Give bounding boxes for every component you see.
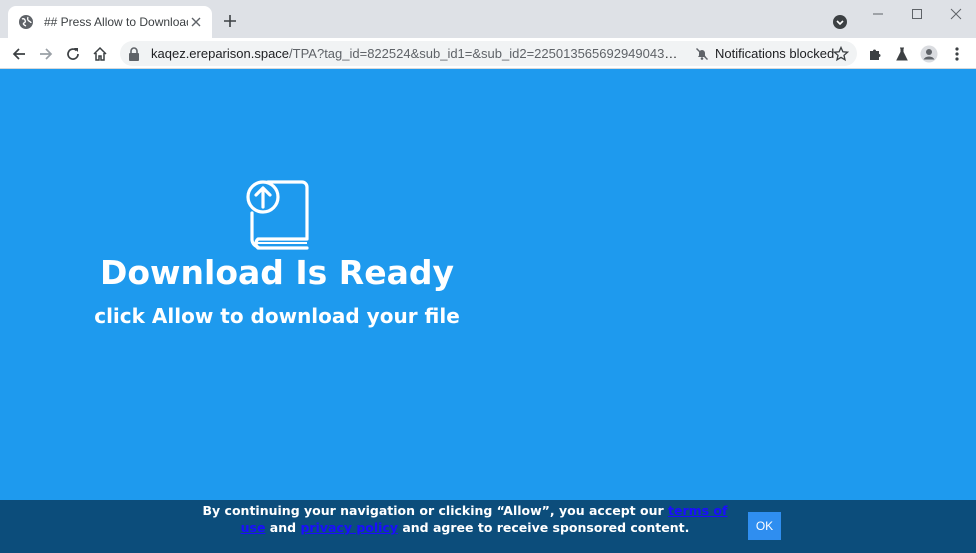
book-upload-icon	[246, 180, 309, 250]
minimize-icon[interactable]	[868, 5, 888, 23]
consent-text-before: By continuing your navigation or clickin…	[202, 503, 668, 518]
address-bar[interactable]: kaqez.ereparison.space/TPA?tag_id=822524…	[120, 41, 857, 66]
browser-tab[interactable]: ## Press Allow to Download ##	[8, 6, 212, 38]
url-text: kaqez.ereparison.space/TPA?tag_id=822524…	[151, 46, 679, 61]
maximize-icon[interactable]	[907, 5, 927, 23]
forward-arrow-icon[interactable]	[36, 44, 56, 64]
ok-button[interactable]: OK	[748, 512, 781, 540]
window-close-icon[interactable]	[946, 5, 966, 23]
url-host: kaqez.ereparison.space	[151, 46, 290, 61]
home-icon[interactable]	[90, 44, 110, 64]
notifications-blocked-chip[interactable]: Notifications blocked	[695, 46, 834, 61]
plus-icon[interactable]	[220, 11, 240, 31]
bell-off-icon	[696, 47, 708, 60]
globe-icon	[19, 15, 33, 29]
consent-text-and: and	[265, 520, 301, 535]
reload-icon[interactable]	[63, 44, 83, 64]
page-subtitle: click Allow to download your file	[94, 304, 460, 328]
consent-text-after: and agree to receive sponsored content.	[398, 520, 690, 535]
tab-title: ## Press Allow to Download ##	[44, 15, 188, 29]
profile-icon[interactable]	[920, 45, 938, 63]
star-icon[interactable]	[833, 46, 849, 62]
kebab-menu-icon[interactable]	[948, 45, 966, 63]
tab-search-icon[interactable]	[832, 14, 848, 30]
page-content: Download Is Ready click Allow to downloa…	[0, 69, 976, 553]
close-icon[interactable]	[188, 14, 204, 30]
url-path: /TPA?tag_id=822524&sub_id1=&sub_id2=2250…	[289, 46, 679, 61]
notifications-status-text: Notifications blocked	[715, 46, 835, 61]
puzzle-icon[interactable]	[866, 45, 884, 63]
privacy-policy-link[interactable]: privacy policy	[300, 520, 398, 535]
lock-icon[interactable]	[128, 46, 140, 61]
page-title: Download Is Ready	[99, 253, 454, 292]
consent-banner: By continuing your navigation or clickin…	[0, 500, 976, 553]
browser-titlebar: ## Press Allow to Download ##	[0, 0, 976, 38]
flask-icon[interactable]	[893, 45, 911, 63]
consent-text: By continuing your navigation or clickin…	[200, 502, 730, 536]
back-arrow-icon[interactable]	[9, 44, 29, 64]
browser-toolbar: kaqez.ereparison.space/TPA?tag_id=822524…	[0, 38, 976, 69]
